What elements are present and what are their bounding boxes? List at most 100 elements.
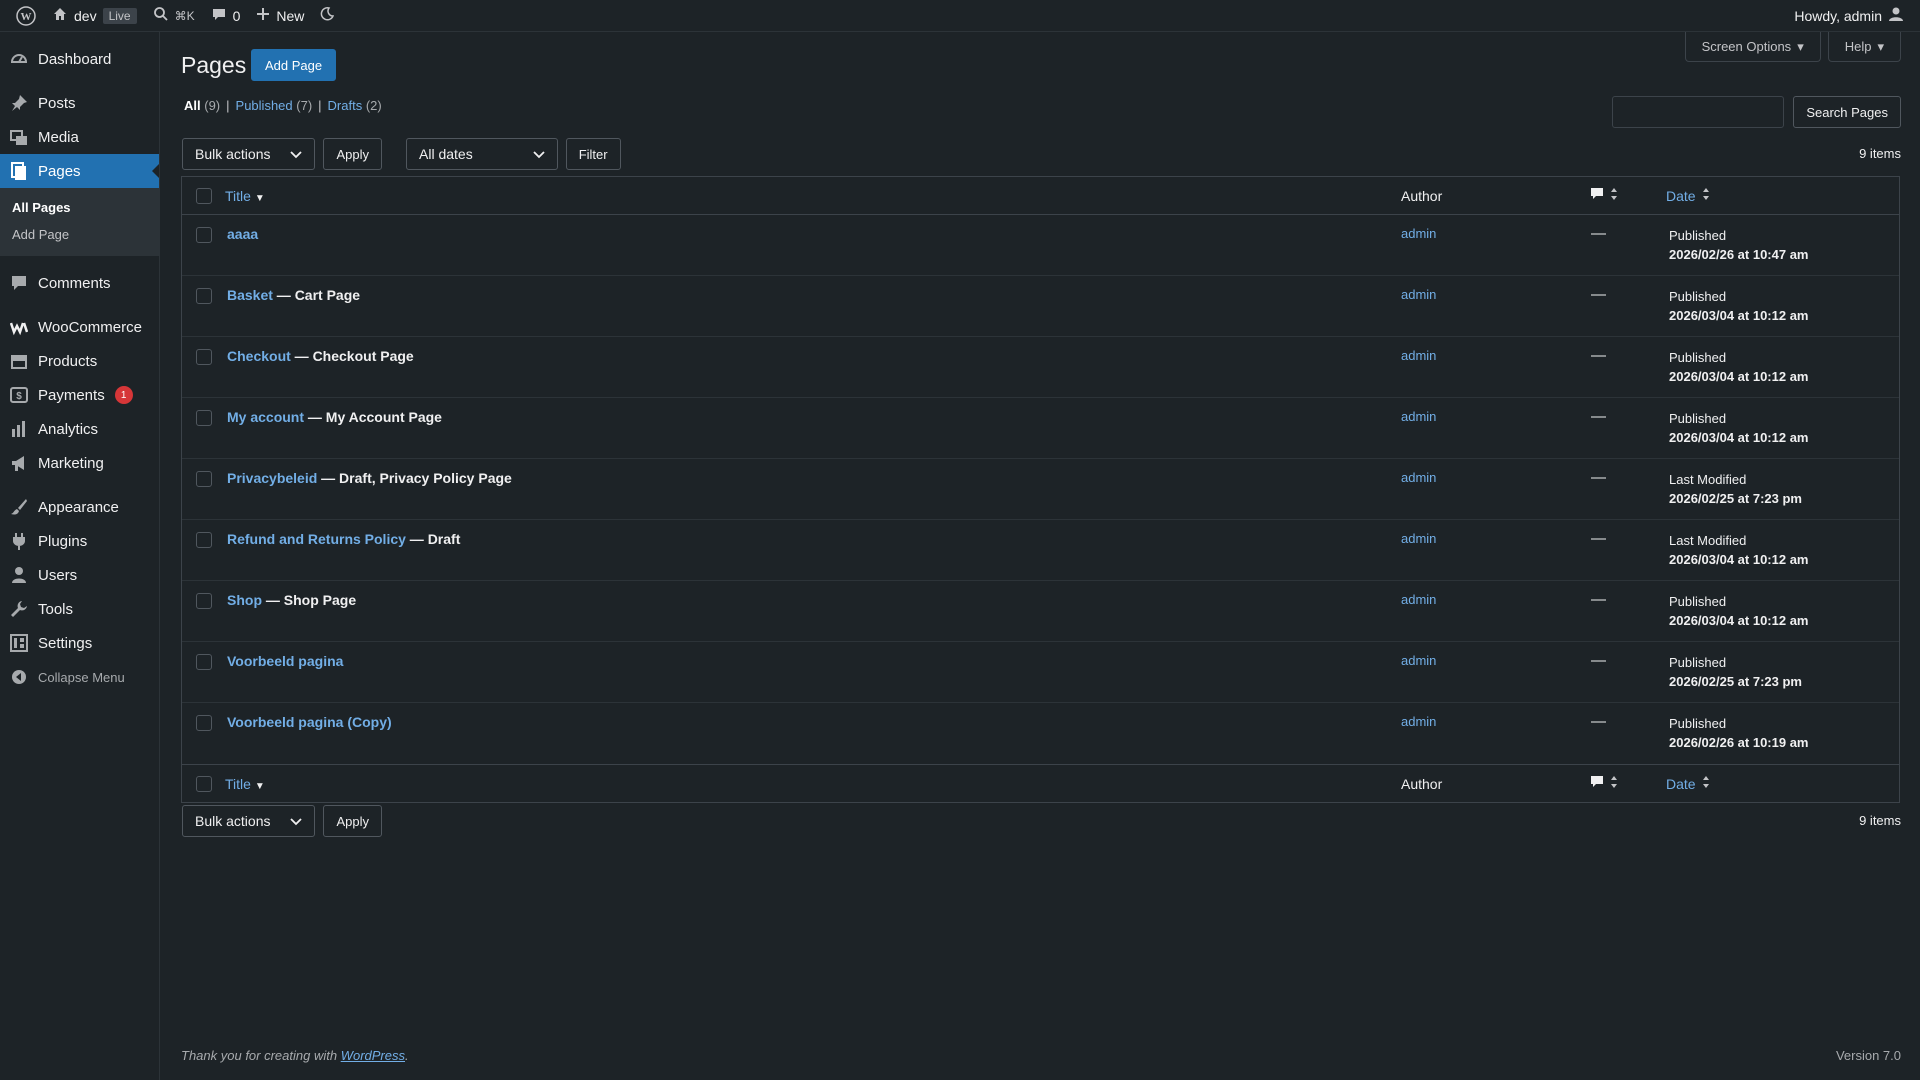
sort-icon xyxy=(1610,775,1618,792)
footer-thanks-text: Thank you for creating with xyxy=(181,1048,341,1063)
plus-icon xyxy=(256,7,270,24)
search-input[interactable] xyxy=(1612,96,1785,128)
bulk-actions-select[interactable]: Bulk actions xyxy=(182,138,316,170)
bulk-actions-select-bottom[interactable]: Bulk actions xyxy=(182,805,316,837)
sidebar-item-appearance[interactable]: Appearance xyxy=(0,490,159,524)
page-title-link[interactable]: Privacybeleid xyxy=(227,470,317,486)
table-body: aaaa admin — Published 2026/02/26 at 10:4… xyxy=(182,215,1899,764)
page-title-link[interactable]: Voorbeeld pagina (Copy) xyxy=(227,714,392,730)
select-all-checkbox[interactable] xyxy=(196,187,212,204)
sidebar-item-comments[interactable]: Comments xyxy=(0,266,159,300)
row-checkbox[interactable] xyxy=(196,471,212,487)
home-icon xyxy=(52,6,68,25)
author-link[interactable]: admin xyxy=(1401,470,1436,485)
view-published[interactable]: Published (7) xyxy=(236,98,313,113)
my-account-link[interactable]: Howdy, admin xyxy=(1786,0,1912,32)
user-icon xyxy=(10,566,28,584)
screen-options-button[interactable]: Screen Options ▾ xyxy=(1684,32,1821,62)
date-cell: Published 2026/03/04 at 10:12 am xyxy=(1669,409,1809,447)
sidebar-item-payments[interactable]: $ Payments 1 xyxy=(0,378,159,412)
page-title-link[interactable]: Basket xyxy=(227,287,273,303)
filter-button[interactable]: Filter xyxy=(565,138,621,170)
page-title-link[interactable]: Checkout xyxy=(227,348,291,364)
author-link[interactable]: admin xyxy=(1401,226,1436,241)
sidebar-item-dashboard[interactable]: Dashboard xyxy=(0,42,159,76)
view-all[interactable]: All (9) xyxy=(184,98,220,113)
sidebar-item-analytics[interactable]: Analytics xyxy=(0,412,159,446)
page-title-cell: Shop — Shop Page xyxy=(227,592,356,608)
view-drafts[interactable]: Drafts (2) xyxy=(328,98,382,113)
title-sort-link[interactable]: Title xyxy=(225,776,251,792)
apply-button-bottom[interactable]: Apply xyxy=(323,805,383,837)
sidebar-item-posts[interactable]: Posts xyxy=(0,86,159,120)
pages-table: Title ▼ Author Date aaaa admin — Publish… xyxy=(181,176,1900,803)
sort-icon xyxy=(1702,187,1710,204)
page-title-link[interactable]: Refund and Returns Policy xyxy=(227,531,406,547)
row-checkbox[interactable] xyxy=(196,654,212,670)
author-link[interactable]: admin xyxy=(1401,348,1436,363)
add-page-button[interactable]: Add Page xyxy=(251,49,337,81)
pages-icon xyxy=(10,162,28,180)
comments-link[interactable]: 0 xyxy=(203,0,249,32)
collapse-menu-button[interactable]: Collapse Menu xyxy=(0,660,159,694)
sidebar-item-media[interactable]: Media xyxy=(0,120,159,154)
author-link[interactable]: admin xyxy=(1401,592,1436,607)
page-title-link[interactable]: Voorbeeld pagina xyxy=(227,653,343,669)
page-title-link[interactable]: aaaa xyxy=(227,226,258,242)
comments-cell: — xyxy=(1591,713,1606,730)
date-sort-link[interactable]: Date xyxy=(1666,776,1696,792)
date-sort-link[interactable]: Date xyxy=(1666,188,1696,204)
row-checkbox[interactable] xyxy=(196,532,212,548)
row-checkbox[interactable] xyxy=(196,715,212,731)
site-name-link[interactable]: dev Live xyxy=(44,0,145,32)
sidebar-item-tools[interactable]: Tools xyxy=(0,592,159,626)
submenu-add-page[interactable]: Add Page xyxy=(0,221,159,248)
date-cell: Published 2026/02/25 at 7:23 pm xyxy=(1669,653,1802,691)
chevron-down-icon xyxy=(290,146,303,162)
command-palette-button[interactable]: ⌘K xyxy=(145,0,203,32)
sidebar-item-products[interactable]: Products xyxy=(0,344,159,378)
wordpress-logo-icon[interactable]: W xyxy=(8,0,44,32)
screen-meta-links: Screen Options ▾ Help ▾ xyxy=(1684,32,1901,62)
date-filter-value: All dates xyxy=(419,146,473,162)
dark-mode-toggle[interactable] xyxy=(312,0,342,32)
column-title[interactable]: Title ▼ xyxy=(225,776,265,792)
search-pages-button[interactable]: Search Pages xyxy=(1793,96,1901,128)
column-comments[interactable] xyxy=(1590,187,1618,204)
author-link[interactable]: admin xyxy=(1401,714,1436,729)
row-checkbox[interactable] xyxy=(196,288,212,304)
author-link[interactable]: admin xyxy=(1401,653,1436,668)
page-title-cell: Basket — Cart Page xyxy=(227,287,360,303)
date-cell: Published 2026/02/26 at 10:19 am xyxy=(1669,714,1809,752)
sidebar-item-marketing[interactable]: Marketing xyxy=(0,446,159,480)
help-button[interactable]: Help ▾ xyxy=(1827,32,1901,62)
wordpress-link[interactable]: WordPress xyxy=(341,1048,405,1063)
sidebar-label: Plugins xyxy=(38,532,88,550)
date-cell: Published 2026/03/04 at 10:12 am xyxy=(1669,348,1809,386)
new-content-button[interactable]: New xyxy=(248,0,312,32)
author-link[interactable]: admin xyxy=(1401,287,1436,302)
row-checkbox[interactable] xyxy=(196,410,212,426)
author-link[interactable]: admin xyxy=(1401,409,1436,424)
column-date[interactable]: Date xyxy=(1666,187,1710,204)
sidebar-item-settings[interactable]: Settings xyxy=(0,626,159,660)
page-title-link[interactable]: Shop xyxy=(227,592,262,608)
row-checkbox[interactable] xyxy=(196,349,212,365)
sidebar-item-users[interactable]: Users xyxy=(0,558,159,592)
column-title[interactable]: Title ▼ xyxy=(225,188,265,204)
sidebar-item-plugins[interactable]: Plugins xyxy=(0,524,159,558)
apply-button[interactable]: Apply xyxy=(323,138,383,170)
select-all-checkbox-bottom[interactable] xyxy=(196,775,212,792)
column-date[interactable]: Date xyxy=(1666,775,1710,792)
column-comments[interactable] xyxy=(1590,775,1618,792)
date-filter-select[interactable]: All dates xyxy=(406,138,558,170)
sidebar-item-woocommerce[interactable]: WooCommerce xyxy=(0,310,159,344)
row-checkbox[interactable] xyxy=(196,593,212,609)
submenu-all-pages[interactable]: All Pages xyxy=(0,194,159,221)
title-sort-link[interactable]: Title xyxy=(225,188,251,204)
author-link[interactable]: admin xyxy=(1401,531,1436,546)
row-checkbox[interactable] xyxy=(196,227,212,243)
page-title-link[interactable]: My account xyxy=(227,409,304,425)
footer-version: Version 7.0 xyxy=(1835,1048,1901,1063)
sidebar-item-pages[interactable]: Pages xyxy=(0,154,159,188)
